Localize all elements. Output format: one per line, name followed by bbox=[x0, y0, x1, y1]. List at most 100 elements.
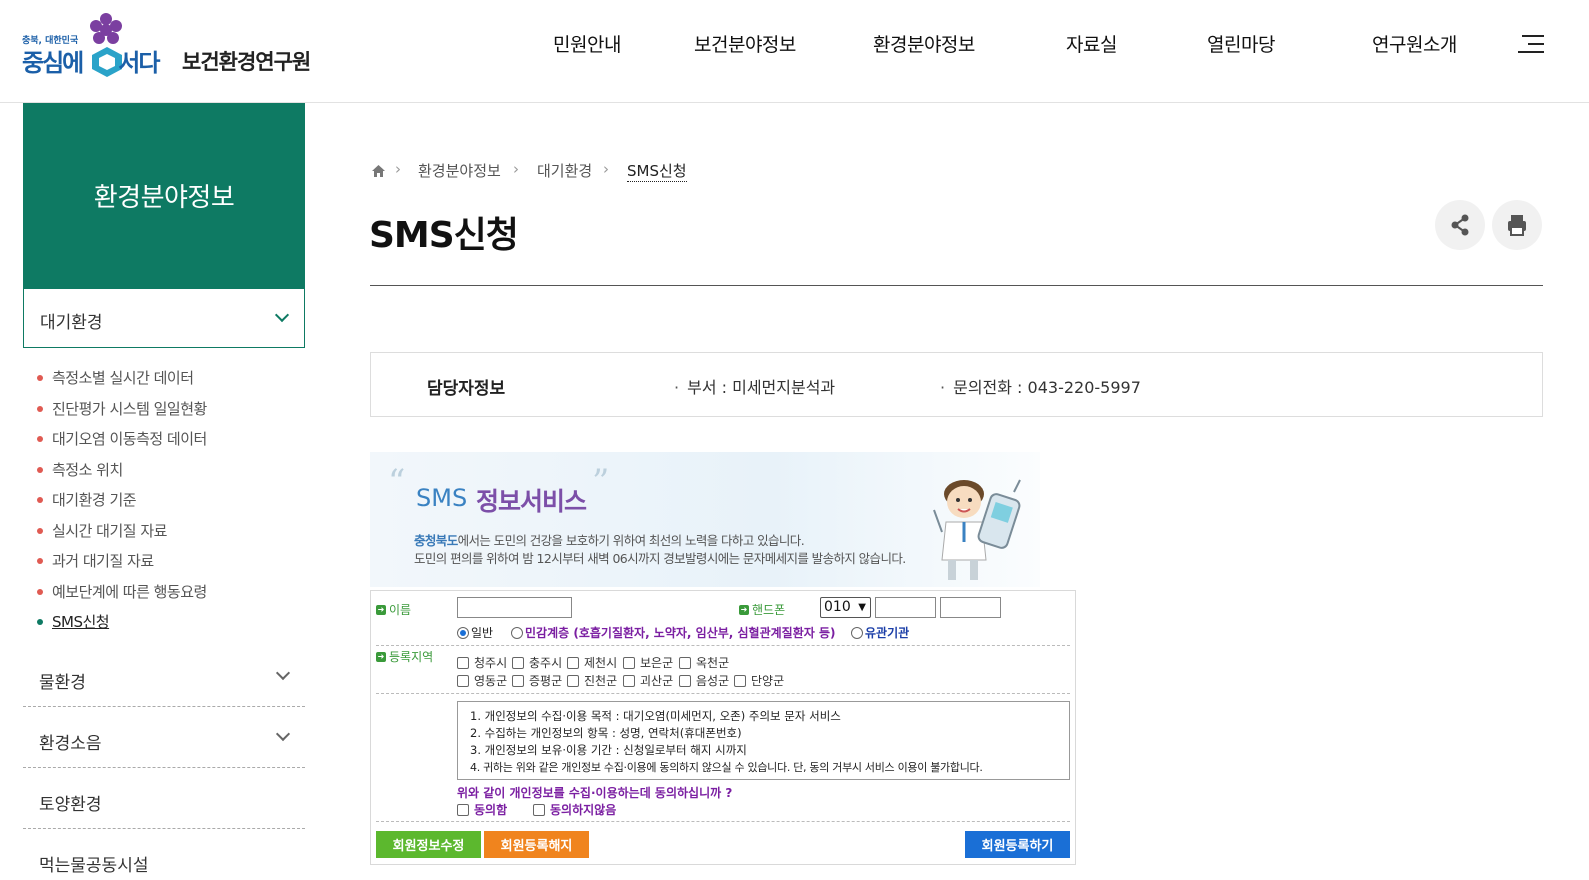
share-icon bbox=[1451, 214, 1469, 236]
region-checkbox[interactable]: 진천군 bbox=[567, 672, 617, 689]
sidebar-item-noise[interactable]: 환경소음 bbox=[23, 707, 305, 768]
region-label: ➜ 등록지역 bbox=[376, 650, 434, 664]
print-button[interactable] bbox=[1492, 200, 1542, 250]
arrow-icon: ➜ bbox=[376, 651, 386, 662]
nav-environment-info[interactable]: 환경분야정보 bbox=[873, 30, 975, 60]
region-checkbox[interactable]: 옥천군 bbox=[679, 654, 729, 671]
printer-icon bbox=[1508, 215, 1526, 236]
sidebar-item-drinking-water[interactable]: 먹는물공동시설 bbox=[23, 829, 305, 880]
bullet-icon bbox=[37, 497, 43, 503]
bullet-icon bbox=[37, 558, 43, 564]
phone-label: ➜ 핸드폰 bbox=[739, 603, 786, 617]
sidebar-sub-item[interactable]: 진단평가 시스템 일일현황 bbox=[37, 397, 207, 428]
banner-service: 정보서비스 bbox=[476, 487, 587, 516]
divider bbox=[376, 645, 1070, 646]
hamburger-menu-icon[interactable] bbox=[1518, 33, 1544, 55]
sidebar-item-label: 환경소음 bbox=[39, 734, 102, 754]
sidebar-item-label: 토양환경 bbox=[39, 795, 102, 815]
consent-question: 위와 같이 개인정보를 수집·이용하는데 동의하십니까 ? bbox=[457, 786, 733, 800]
manager-dept: 부서 : 미세먼지분석과 bbox=[674, 374, 835, 398]
disagree-checkbox[interactable]: 동의하지않음 bbox=[533, 801, 616, 818]
sidebar-sub-item[interactable]: 대기환경 기준 bbox=[37, 488, 207, 519]
character-illustration bbox=[933, 479, 1021, 580]
radio-button[interactable] bbox=[457, 626, 469, 639]
region-checkbox[interactable]: 음성군 bbox=[679, 672, 729, 689]
home-icon[interactable] bbox=[372, 165, 385, 177]
bullet-icon bbox=[37, 466, 43, 473]
region-checkbox[interactable]: 충주시 bbox=[512, 654, 562, 671]
sidebar-item-label: 물환경 bbox=[39, 673, 86, 693]
sidebar-sub-item[interactable]: 예보단계에 따른 행동요령 bbox=[37, 580, 207, 611]
sidebar-sub-item[interactable]: 측정소별 실시간 데이터 bbox=[37, 366, 207, 397]
sidebar-item-water[interactable]: 물환경 bbox=[23, 646, 305, 707]
manager-phone: 문의전화 : 043-220-5997 bbox=[940, 374, 1141, 398]
privacy-terms-box[interactable]: 1. 개인정보의 수집·이용 목적 : 대기오염(미세먼지, 오존) 주의보 문… bbox=[457, 701, 1070, 780]
chevron-down-icon bbox=[275, 726, 291, 742]
radio-button[interactable] bbox=[851, 626, 863, 639]
sidebar-sub-item[interactable]: 실시간 대기질 자료 bbox=[37, 519, 207, 550]
breadcrumb-item[interactable]: 환경분야정보 bbox=[418, 160, 501, 181]
region-checkbox[interactable]: 보은군 bbox=[623, 654, 673, 671]
phone-last-input[interactable] bbox=[940, 597, 1001, 618]
region-checkbox[interactable]: 제천시 bbox=[567, 654, 617, 671]
cancel-member-button[interactable]: 회원등록해지 bbox=[484, 831, 589, 858]
sidebar-sub-item[interactable]: 과거 대기질 자료 bbox=[37, 549, 207, 580]
terms-line: 2. 수집하는 개인정보의 항목 : 성명, 연락처(휴대폰번호) bbox=[470, 726, 742, 740]
arrow-icon: ➜ bbox=[376, 604, 386, 615]
sidebar-title: 환경분야정보 bbox=[23, 103, 305, 288]
sidebar-sub-item-active[interactable]: SMS신청 bbox=[37, 610, 207, 641]
phone-prefix-select[interactable]: 010 ▼ bbox=[820, 597, 871, 618]
nav-about[interactable]: 연구원소개 bbox=[1372, 30, 1457, 60]
phone-middle-input[interactable] bbox=[875, 597, 936, 618]
bullet-icon bbox=[37, 527, 43, 534]
share-button[interactable] bbox=[1435, 200, 1485, 250]
radio-sensitive[interactable]: 민감계층 (호흡기질환자, 노약자, 임산부, 심혈관계질환자 등) bbox=[511, 624, 836, 641]
region-checkbox[interactable]: 단양군 bbox=[734, 672, 784, 689]
bullet-icon bbox=[37, 405, 43, 412]
radio-agency[interactable]: 유관기관 bbox=[851, 624, 909, 641]
breadcrumb-current: SMS신청 bbox=[627, 162, 687, 182]
site-header: 충북, 대한민국 중심에 서다 보건환경연구원 민원안내 보건분야정보 환경분야정… bbox=[0, 0, 1589, 103]
page-title: SMS신청 bbox=[369, 215, 519, 256]
chevron-right-icon: › bbox=[603, 160, 609, 178]
sidebar-item-label: 먹는물공동시설 bbox=[39, 856, 149, 876]
sms-signup-form: ➜ 이름 ➜ 핸드폰 010 ▼ 일반 민감계층 (호흡기질환자, 노약자, 임산부,… bbox=[370, 590, 1076, 865]
edit-member-button[interactable]: 회원정보수정 bbox=[376, 831, 481, 858]
region-checkbox[interactable]: 괴산군 bbox=[623, 672, 673, 689]
site-logo[interactable]: 충북, 대한민국 중심에 서다 보건환경연구원 bbox=[22, 12, 332, 82]
name-input[interactable] bbox=[457, 597, 572, 618]
nav-archive[interactable]: 자료실 bbox=[1066, 30, 1117, 60]
terms-line: 3. 개인정보의 보유·이용 기간 : 신청일로부터 해지 시까지 bbox=[470, 743, 747, 757]
sidebar-item-soil[interactable]: 토양환경 bbox=[23, 768, 305, 829]
chevron-right-icon: › bbox=[513, 160, 519, 178]
nav-health-info[interactable]: 보건분야정보 bbox=[694, 30, 796, 60]
bullet-icon bbox=[37, 588, 43, 595]
bullet-icon bbox=[37, 619, 43, 625]
radio-button[interactable] bbox=[511, 626, 523, 639]
divider bbox=[376, 821, 1070, 822]
bullet-icon bbox=[37, 436, 43, 442]
sidebar-current-menu[interactable]: 대기환경 bbox=[23, 288, 305, 348]
bullet-icon bbox=[37, 375, 43, 381]
sidebar-sub-item[interactable]: 측정소 위치 bbox=[37, 458, 207, 489]
region-checkbox[interactable]: 영동군 bbox=[457, 672, 507, 689]
sms-service-banner: “ ” SMS 정보서비스 충청북도에서는 도민의 건강을 보호하기 위하여 최… bbox=[370, 452, 1040, 587]
agree-checkbox[interactable]: 동의함 bbox=[457, 801, 507, 818]
org-name: 보건환경연구원 bbox=[182, 50, 311, 74]
sidebar-current-label: 대기환경 bbox=[40, 313, 103, 333]
nav-civil-service[interactable]: 민원안내 bbox=[553, 30, 621, 60]
radio-general[interactable]: 일반 bbox=[457, 624, 493, 641]
chevron-right-icon: › bbox=[395, 160, 401, 178]
region-checkbox[interactable]: 증평군 bbox=[512, 672, 562, 689]
chevron-down-icon bbox=[274, 307, 290, 323]
logo-text-right: 서다 bbox=[118, 49, 160, 77]
sidebar-sub-item[interactable]: 대기오염 이동측정 데이터 bbox=[37, 427, 207, 458]
register-member-button[interactable]: 회원등록하기 bbox=[965, 831, 1070, 858]
nav-open-forum[interactable]: 열린마당 bbox=[1207, 30, 1275, 60]
chevron-down-icon bbox=[275, 665, 291, 681]
banner-line2: 도민의 편의를 위하여 밤 12시부터 새벽 06시까지 경보발령시에는 문자메… bbox=[414, 551, 906, 566]
breadcrumb-item[interactable]: 대기환경 bbox=[537, 160, 592, 181]
divider bbox=[376, 693, 1070, 694]
title-divider bbox=[370, 285, 1543, 286]
region-checkbox[interactable]: 청주시 bbox=[457, 654, 507, 671]
